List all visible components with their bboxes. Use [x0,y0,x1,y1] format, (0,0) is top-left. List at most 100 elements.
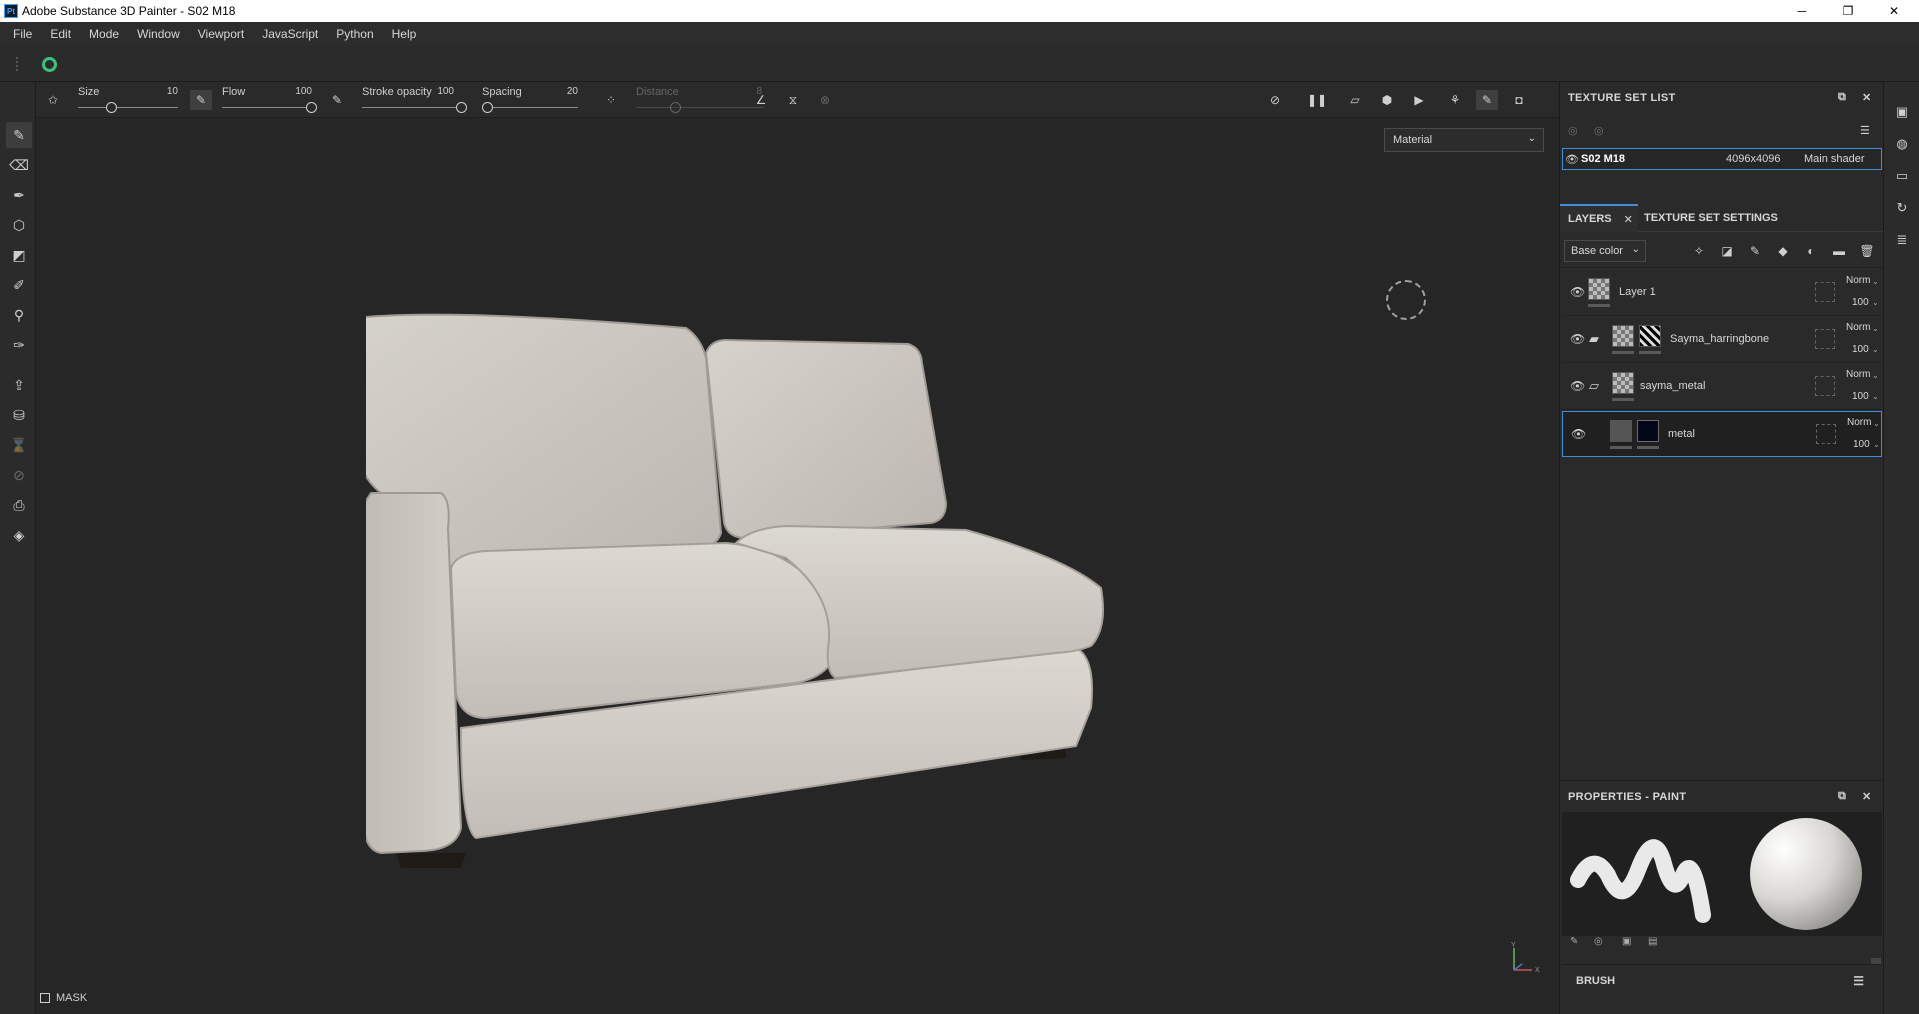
float-panel-icon[interactable]: ⧉ [1838,91,1846,104]
chevron-down-icon[interactable]: ⌄ [1872,277,1879,286]
flow-slider-handle[interactable] [306,102,317,113]
symmetry-icon[interactable]: ⧖ [782,90,804,110]
eraser-icon[interactable]: ⌫ [6,152,32,178]
spacing-slider[interactable] [482,107,578,108]
minimize-button[interactable]: ─ [1779,0,1825,22]
menu-help[interactable]: Help [383,27,426,41]
blend-mode[interactable]: Norm [1846,322,1870,333]
add-smart-material-icon[interactable]: ◐ [1802,243,1820,259]
distance-slider-handle[interactable] [670,102,681,113]
visibility-alt-icon[interactable]: ◎ [1594,124,1604,137]
color-picker-icon[interactable]: ✑ [6,332,32,358]
layer-name[interactable]: sayma_metal [1640,380,1705,392]
distance-slider[interactable] [636,107,764,108]
assets-icon[interactable]: ▣ [1892,102,1912,122]
blend-mode[interactable]: Norm [1846,369,1870,380]
clone-stamp-icon[interactable]: ⚲ [6,302,32,328]
visibility-icon[interactable]: ◎ [1568,124,1578,137]
close-panel-icon[interactable]: ✕ [1862,91,1872,104]
add-effect-icon[interactable]: ✧ [1690,243,1708,259]
eye-icon[interactable]: 👁 [1571,427,1586,441]
close-tab-icon[interactable]: ✕ [1624,213,1633,226]
blend-mode[interactable]: Norm [1846,275,1870,286]
float-panel-icon[interactable]: ⧉ [1838,790,1846,803]
size-slider-handle[interactable] [106,102,117,113]
brush-section[interactable]: BRUSH ☰ [1562,964,1882,996]
layer-row-selected[interactable]: 👁 metal Norm ⌄ 100 ⌄ [1562,411,1882,457]
brush-icon[interactable]: ✎ [1570,936,1578,947]
layer-opacity[interactable]: 100 [1852,344,1869,355]
blend-mode[interactable]: Norm [1847,417,1871,428]
mask-checkbox[interactable] [40,993,50,1003]
camera-mode-icon[interactable]: ▶ [1408,90,1430,110]
chevron-down-icon[interactable]: ⌄ [1872,392,1879,401]
projection-icon[interactable]: ✒ [6,182,32,208]
shelf-icon[interactable]: ⎙ [6,492,32,518]
chevron-down-icon[interactable]: ⌄ [1872,298,1879,307]
geometry-fill-icon[interactable]: ⬡ [6,212,32,238]
angle-icon[interactable]: ∠ [750,90,772,110]
layer-name[interactable]: Layer 1 [1619,286,1656,298]
paint-mode-icon[interactable]: ✎ [1476,90,1498,110]
add-folder-icon[interactable]: ▬ [1830,243,1848,259]
layer-row[interactable]: 👁 ▱ sayma_metal Norm ⌄ 100 ⌄ [1562,364,1882,410]
menu-python[interactable]: Python [327,27,382,41]
stroke-opacity-value[interactable]: 100 [428,86,454,97]
trash-icon[interactable]: 🗑 [1858,243,1876,259]
menu-window[interactable]: Window [128,27,189,41]
mask-slot[interactable] [1816,424,1836,444]
menu-icon[interactable]: ☰ [1853,974,1864,988]
chevron-down-icon[interactable]: ⌄ [1872,371,1879,380]
shelf-icon[interactable]: ▭ [1892,166,1912,186]
brush-preset-icon[interactable]: ✩ [42,90,64,110]
layer-row[interactable]: 👁 Layer 1 Norm ⌄ 100 ⌄ [1562,270,1882,316]
add-fill-layer-icon[interactable]: ◆ [1774,243,1792,259]
layer-opacity[interactable]: 100 [1853,439,1870,450]
history-icon[interactable]: ↻ [1892,198,1912,218]
bake-icon[interactable]: ⛁ [6,402,32,428]
close-panel-icon[interactable]: ✕ [1862,790,1872,803]
materials-icon[interactable]: ◈ [6,522,32,548]
flow-pen-pressure-icon[interactable]: ✎ [190,90,212,110]
flow-value[interactable]: 100 [286,86,312,97]
mask-slot[interactable] [1815,282,1835,302]
spacing-value[interactable]: 20 [552,86,578,97]
stroke-opacity-slider[interactable] [362,107,466,108]
chevron-down-icon[interactable]: ⌄ [1872,345,1879,354]
lazy-mouse-icon[interactable]: ⁘ [600,90,622,110]
flow-slider[interactable] [222,107,316,108]
viewport-mode-dropdown[interactable]: Material ⌄ [1384,128,1544,152]
display-mode-icon[interactable]: ▱ [1344,90,1366,110]
uv-icon[interactable]: ⊘ [6,462,32,488]
layer-name[interactable]: Sayma_harringbone [1670,333,1769,345]
mask-toggle[interactable]: MASK [40,992,87,1004]
menu-file[interactable]: File [4,27,41,41]
menu-icon[interactable]: ☰ [1860,124,1870,137]
tab-layers[interactable]: LAYERS ✕ [1560,204,1638,232]
menu-javascript[interactable]: JavaScript [253,27,327,41]
maximize-button[interactable]: ❐ [1825,0,1871,22]
alpha-icon[interactable]: ◎ [1594,936,1603,947]
3d-viewport[interactable]: Material ⌄ MASK Y X [36,118,1559,1014]
size-slider[interactable] [78,107,178,108]
chevron-down-icon[interactable]: ⌄ [1872,324,1879,333]
polygon-fill-icon[interactable]: ◩ [6,242,32,268]
mesh-icon[interactable]: ⚘ [1444,90,1466,110]
paint-brush-icon[interactable]: ✎ [6,122,32,148]
tab-texture-set-settings[interactable]: TEXTURE SET SETTINGS [1644,204,1778,232]
add-paint-layer-icon[interactable]: ✎ [1746,243,1764,259]
display-settings-icon[interactable]: ◍ [1892,134,1912,154]
eye-icon[interactable]: 👁 [1570,332,1585,346]
add-mask-icon[interactable]: ◪ [1718,243,1736,259]
menu-edit[interactable]: Edit [41,27,80,41]
symmetry-options-icon[interactable]: ⊗ [814,90,836,110]
mask-slot[interactable] [1815,376,1835,396]
close-window-button[interactable]: ✕ [1871,0,1917,22]
sync-status-icon[interactable] [42,57,57,72]
iray-icon[interactable]: ⌛ [6,432,32,458]
layer-name[interactable]: metal [1668,428,1695,440]
menu-viewport[interactable]: Viewport [189,27,253,41]
smudge-icon[interactable]: ✐ [6,272,32,298]
material-icon[interactable]: ▤ [1648,936,1657,947]
menu-mode[interactable]: Mode [80,27,128,41]
